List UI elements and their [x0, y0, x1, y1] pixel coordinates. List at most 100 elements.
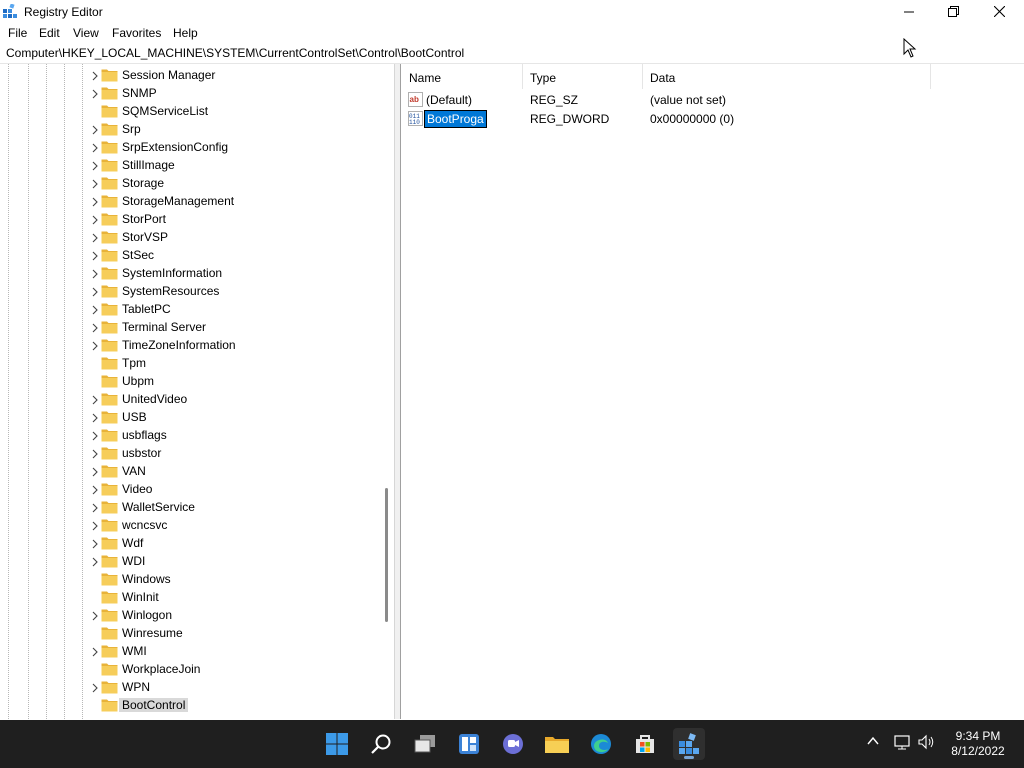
tree-item[interactable]: Wdf: [0, 534, 380, 552]
address-bar[interactable]: Computer\HKEY_LOCAL_MACHINE\SYSTEM\Curre…: [0, 43, 1024, 64]
network-button[interactable]: [894, 734, 912, 753]
tree-item[interactable]: SrpExtensionConfig: [0, 138, 380, 156]
tree-item[interactable]: WinInit: [0, 588, 380, 606]
column-header-data[interactable]: Data: [642, 64, 931, 89]
tree-item[interactable]: StorVSP: [0, 228, 380, 246]
tree-scrollbar[interactable]: [384, 64, 390, 719]
folder-icon: [101, 554, 118, 568]
tree-item[interactable]: WDI: [0, 552, 380, 570]
tree-item[interactable]: SQMServiceList: [0, 102, 380, 120]
tree-item[interactable]: StorPort: [0, 210, 380, 228]
chevron-right-icon[interactable]: [90, 484, 100, 495]
tree-item[interactable]: SystemResources: [0, 282, 380, 300]
values-list[interactable]: Name Type Data ab (Default) REG_SZ (valu…: [400, 64, 1024, 719]
tree-item[interactable]: TimeZoneInformation: [0, 336, 380, 354]
tree-item[interactable]: Windows: [0, 570, 380, 588]
value-data: (value not set): [650, 93, 727, 107]
tree-item[interactable]: Session Manager: [0, 66, 380, 84]
menu-help[interactable]: Help: [173, 26, 198, 40]
chevron-right-icon[interactable]: [90, 178, 100, 189]
tree-item[interactable]: Terminal Server: [0, 318, 380, 336]
chevron-right-icon[interactable]: [90, 646, 100, 657]
chevron-right-icon[interactable]: [90, 448, 100, 459]
restore-button[interactable]: [930, 0, 976, 23]
menu-view[interactable]: View: [73, 26, 99, 40]
chevron-right-icon[interactable]: [90, 556, 100, 567]
registry-editor-taskbar-button[interactable]: [673, 728, 705, 760]
tree-item[interactable]: SNMP: [0, 84, 380, 102]
clock-time: 9:34 PM: [955, 729, 1001, 743]
tree-item[interactable]: USB: [0, 408, 380, 426]
chevron-right-icon[interactable]: [90, 520, 100, 531]
chevron-right-icon[interactable]: [90, 502, 100, 513]
chevron-right-icon[interactable]: [90, 232, 100, 243]
chevron-right-icon[interactable]: [90, 250, 100, 261]
tree-item[interactable]: Ubpm: [0, 372, 380, 390]
menu-edit[interactable]: Edit: [39, 26, 60, 40]
tree-item[interactable]: Srp: [0, 120, 380, 138]
tree-item[interactable]: WorkplaceJoin: [0, 660, 380, 678]
search-button[interactable]: [365, 728, 397, 760]
task-view-button[interactable]: [409, 728, 441, 760]
chevron-right-icon[interactable]: [90, 304, 100, 315]
tree-item[interactable]: Tpm: [0, 354, 380, 372]
tree-item[interactable]: TabletPC: [0, 300, 380, 318]
chevron-right-icon[interactable]: [90, 124, 100, 135]
chevron-right-icon[interactable]: [90, 340, 100, 351]
menu-favorites[interactable]: Favorites: [112, 26, 161, 40]
chevron-right-icon[interactable]: [90, 322, 100, 333]
value-row[interactable]: ab (Default) REG_SZ (value not set): [401, 90, 1021, 109]
tree-item[interactable]: usbflags: [0, 426, 380, 444]
edge-button[interactable]: [585, 728, 617, 760]
tree-item[interactable]: WPN: [0, 678, 380, 696]
show-hidden-icons-button[interactable]: [866, 734, 880, 751]
chevron-right-icon[interactable]: [90, 268, 100, 279]
chevron-right-icon[interactable]: [90, 88, 100, 99]
tree-item[interactable]: Video: [0, 480, 380, 498]
address-path[interactable]: Computer\HKEY_LOCAL_MACHINE\SYSTEM\Curre…: [6, 46, 464, 60]
chevron-right-icon[interactable]: [90, 394, 100, 405]
chevron-right-icon[interactable]: [90, 214, 100, 225]
close-button[interactable]: [976, 0, 1022, 23]
value-row[interactable]: 011 110 BootProga REG_DWORD 0x00000000 (…: [401, 109, 1021, 128]
tree-item[interactable]: WMI: [0, 642, 380, 660]
tree-item[interactable]: SystemInformation: [0, 264, 380, 282]
tree-item[interactable]: BootControl: [0, 696, 380, 714]
tree-item[interactable]: StSec: [0, 246, 380, 264]
chevron-right-icon[interactable]: [90, 412, 100, 423]
chevron-right-icon[interactable]: [90, 466, 100, 477]
menu-file[interactable]: File: [8, 26, 27, 40]
store-button[interactable]: [629, 728, 661, 760]
volume-button[interactable]: [918, 734, 936, 753]
chevron-right-icon[interactable]: [90, 142, 100, 153]
minimize-button[interactable]: [886, 0, 932, 23]
tree-item[interactable]: usbstor: [0, 444, 380, 462]
tree-item[interactable]: wcncsvc: [0, 516, 380, 534]
column-header-type[interactable]: Type: [522, 64, 643, 89]
tree-item[interactable]: VAN: [0, 462, 380, 480]
tree-item[interactable]: Storage: [0, 174, 380, 192]
chevron-right-icon[interactable]: [90, 70, 100, 81]
file-explorer-button[interactable]: [541, 728, 573, 760]
chevron-right-icon[interactable]: [90, 196, 100, 207]
chevron-right-icon[interactable]: [90, 286, 100, 297]
chevron-right-icon[interactable]: [90, 610, 100, 621]
clock[interactable]: 9:34 PM 8/12/2022: [946, 729, 1010, 759]
chevron-right-icon[interactable]: [90, 538, 100, 549]
tree-item[interactable]: WalletService: [0, 498, 380, 516]
column-header-name[interactable]: Name: [401, 64, 523, 89]
tree-item[interactable]: Winlogon: [0, 606, 380, 624]
chat-button[interactable]: [497, 728, 529, 760]
tree-item[interactable]: Winresume: [0, 624, 380, 642]
tree-item[interactable]: StorageManagement: [0, 192, 380, 210]
chevron-right-icon[interactable]: [90, 430, 100, 441]
tree-item[interactable]: StillImage: [0, 156, 380, 174]
widgets-button[interactable]: [453, 728, 485, 760]
tree-item[interactable]: UnitedVideo: [0, 390, 380, 408]
start-button[interactable]: [321, 728, 353, 760]
tree-scrollbar-thumb[interactable]: [385, 488, 388, 622]
chevron-right-icon[interactable]: [90, 682, 100, 693]
value-name-edit-input[interactable]: BootProga: [424, 110, 487, 128]
key-tree[interactable]: Session Manager SNMP SQMServiceList Srp SrpE…: [0, 64, 395, 719]
chevron-right-icon[interactable]: [90, 160, 100, 171]
